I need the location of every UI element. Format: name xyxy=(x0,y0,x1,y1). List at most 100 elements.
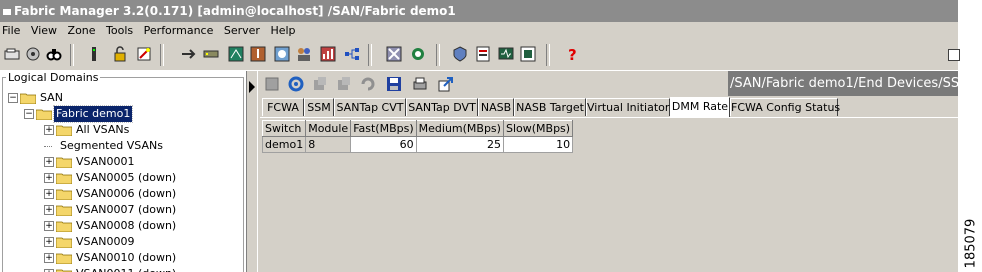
tree-item[interactable]: + VSAN0001 xyxy=(0,154,240,170)
column-header-slow[interactable]: Slow(MBps) xyxy=(502,120,574,137)
wizard-icon[interactable] xyxy=(136,46,152,62)
tree-item[interactable]: + VSAN0006 (down) xyxy=(0,186,240,202)
expand-icon[interactable]: + xyxy=(44,205,54,215)
window-system-icon[interactable] xyxy=(3,8,11,15)
menu-help[interactable]: Help xyxy=(268,24,300,37)
collapse-icon[interactable]: − xyxy=(8,93,18,103)
tab-fcwa[interactable]: FCWA xyxy=(262,98,304,116)
tab-nasb-target[interactable]: NASB Target xyxy=(514,98,586,116)
tab-ssm[interactable]: SSM xyxy=(304,98,334,116)
tree-item-label: VSAN0007 (down) xyxy=(76,203,177,216)
refresh-icon[interactable] xyxy=(288,76,304,92)
tree-item-label: VSAN0001 xyxy=(76,155,135,168)
dmm-rate-content: Switch Module Fast(MBps) Medium(MBps) Sl… xyxy=(260,117,958,272)
print-icon[interactable] xyxy=(412,76,428,92)
collapse-arrow-icon[interactable] xyxy=(249,81,255,93)
folder-icon xyxy=(56,253,72,264)
path-breadcrumb: /SAN/Fabric demo1/End Devices/SSM xyxy=(728,71,958,96)
splitter[interactable] xyxy=(247,71,257,272)
expand-icon[interactable]: + xyxy=(44,189,54,199)
link-icon[interactable] xyxy=(180,46,196,62)
tree-item-label: All VSANs xyxy=(76,123,130,136)
table-row[interactable]: demo1 8 60 25 10 xyxy=(261,136,574,153)
expand-icon[interactable]: + xyxy=(44,125,54,135)
create-icon[interactable] xyxy=(312,76,328,92)
tree-item[interactable]: + All VSANs xyxy=(0,122,240,138)
tab-virtual-initiator[interactable]: Virtual Initiator xyxy=(586,98,670,116)
menu-performance[interactable]: Performance xyxy=(142,24,219,37)
tools-icon[interactable] xyxy=(386,46,402,62)
tree-item[interactable]: + VSAN0009 xyxy=(0,234,240,250)
expand-icon[interactable]: + xyxy=(44,253,54,263)
column-header-switch[interactable]: Switch xyxy=(261,120,307,137)
tree-item[interactable]: + VSAN0008 (down) xyxy=(0,218,240,234)
menu-view[interactable]: View xyxy=(29,24,62,37)
cell-slow-rate[interactable]: 10 xyxy=(502,136,574,153)
tree-item-label: VSAN0009 xyxy=(76,235,135,248)
users-icon[interactable] xyxy=(296,46,312,62)
search-icon[interactable] xyxy=(46,46,62,62)
export-icon[interactable] xyxy=(438,76,454,92)
toolbar-separator xyxy=(160,44,164,66)
column-header-fast[interactable]: Fast(MBps) xyxy=(350,120,417,137)
tab-fcwa-config-status[interactable]: FCWA Config Status xyxy=(730,98,840,116)
cell-medium-rate[interactable]: 25 xyxy=(415,136,504,153)
tab-santap-cvt[interactable]: SANTap CVT xyxy=(334,98,406,116)
cell-switch: demo1 xyxy=(261,136,307,153)
reports-icon[interactable] xyxy=(475,46,491,62)
folder-icon xyxy=(36,109,52,120)
help-icon[interactable]: ? xyxy=(564,46,580,62)
expand-icon[interactable]: + xyxy=(44,237,54,247)
tree-item[interactable]: +VSAN0011 (down) xyxy=(0,266,240,272)
tree-item[interactable]: + VSAN0005 (down) xyxy=(0,170,240,186)
undo-icon[interactable] xyxy=(360,76,376,92)
tree-item-label: SAN xyxy=(40,91,63,104)
folder-icon xyxy=(20,93,36,104)
port-icon[interactable] xyxy=(228,46,244,62)
info-icon[interactable] xyxy=(250,46,266,62)
table-header-row: Switch Module Fast(MBps) Medium(MBps) Sl… xyxy=(261,120,574,137)
save-icon[interactable] xyxy=(386,76,402,92)
tree-item[interactable]: + VSAN0007 (down) xyxy=(0,202,240,218)
column-header-module[interactable]: Module xyxy=(305,120,352,137)
tab-nasb[interactable]: NASB xyxy=(478,98,514,116)
delete-icon[interactable] xyxy=(336,76,352,92)
tree-item-label: VSAN0008 (down) xyxy=(76,219,177,232)
expand-icon[interactable]: + xyxy=(44,173,54,183)
monitor-icon[interactable] xyxy=(498,46,514,62)
gallery-icon[interactable] xyxy=(274,46,290,62)
discover-icon[interactable] xyxy=(25,46,41,62)
open-icon[interactable] xyxy=(4,46,20,62)
security-icon[interactable] xyxy=(452,46,468,62)
cell-module: 8 xyxy=(305,136,352,153)
monitor-icon[interactable] xyxy=(520,46,536,62)
panel-legend: Logical Domains xyxy=(6,71,101,84)
menu-server[interactable]: Server xyxy=(222,24,265,37)
tree-item[interactable]: + VSAN0010 (down) xyxy=(0,250,240,266)
expand-icon[interactable]: + xyxy=(44,221,54,231)
checkbox[interactable] xyxy=(948,49,960,61)
device-icon[interactable] xyxy=(86,46,102,62)
lock-icon[interactable] xyxy=(112,46,128,62)
collapse-icon[interactable]: − xyxy=(24,109,34,119)
menu-tools[interactable]: Tools xyxy=(104,24,138,37)
chart-icon[interactable] xyxy=(320,46,336,62)
expand-icon[interactable]: + xyxy=(44,157,54,167)
perf-icon[interactable] xyxy=(410,46,426,62)
apply-icon[interactable] xyxy=(264,76,280,92)
switch-icon[interactable] xyxy=(203,46,219,62)
topology-icon[interactable] xyxy=(344,46,360,62)
tree-item[interactable]: Segmented VSANs xyxy=(0,138,240,154)
tab-santap-dvt[interactable]: SANTap DVT xyxy=(406,98,478,116)
main-toolbar: ? xyxy=(0,40,960,71)
menu-file[interactable]: File xyxy=(0,24,25,37)
tab-dmm-rate[interactable]: DMM Rate xyxy=(670,97,730,117)
column-header-medium[interactable]: Medium(MBps) xyxy=(415,120,504,137)
tree-item[interactable]: − SAN xyxy=(0,90,240,106)
menu-zone[interactable]: Zone xyxy=(66,24,101,37)
tree-item[interactable]: − Fabric demo1 xyxy=(0,105,240,123)
menu-bar: File View Zone Tools Performance Server … xyxy=(0,22,958,40)
tree-item-label: VSAN0005 (down) xyxy=(76,171,177,184)
cell-fast-rate[interactable]: 60 xyxy=(350,136,417,153)
tree-connector xyxy=(44,146,52,147)
